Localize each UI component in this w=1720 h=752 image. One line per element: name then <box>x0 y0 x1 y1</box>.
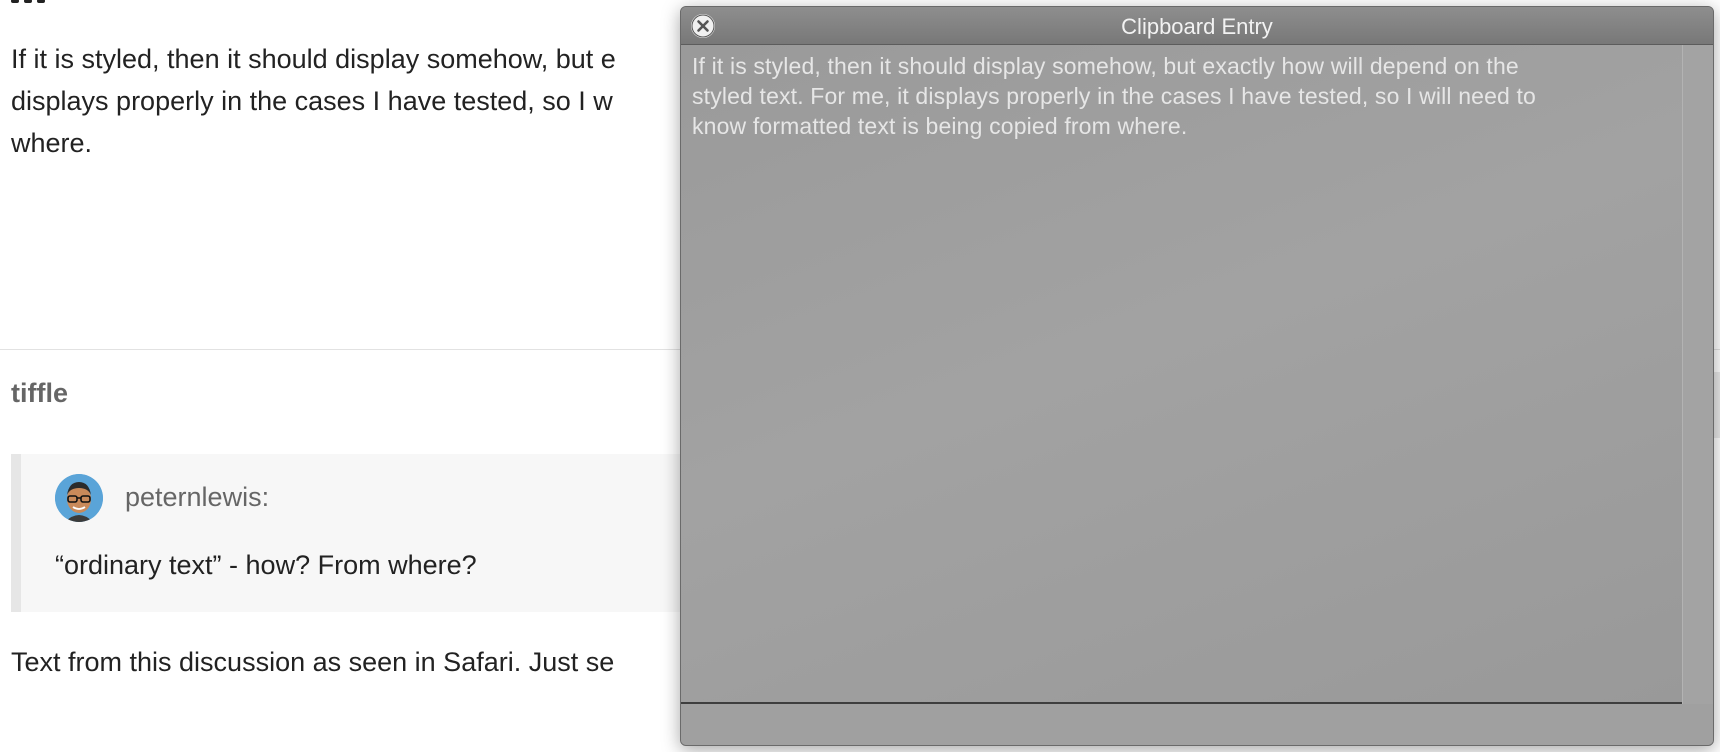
quote-author[interactable]: peternlewis: <box>125 482 269 513</box>
clipboard-entry-window: Clipboard Entry If it is styled, then it… <box>680 6 1714 746</box>
post-paragraph: If it is styled, then it should display … <box>11 44 616 158</box>
vertical-scrollbar[interactable] <box>1682 45 1713 704</box>
avatar[interactable] <box>55 474 103 522</box>
quote-text: “ordinary text” - how? From where? <box>55 550 477 580</box>
window-title: Clipboard Entry <box>1121 14 1273 39</box>
close-button[interactable] <box>691 14 715 38</box>
clipboard-content-text: If it is styled, then it should display … <box>692 53 1536 139</box>
clipboard-content-area[interactable]: If it is styled, then it should display … <box>681 45 1682 704</box>
close-icon <box>691 14 715 38</box>
quote-block: peternlewis: “ordinary text” - how? From… <box>11 454 751 612</box>
page: If it is styled, then it should display … <box>0 0 1720 752</box>
window-footer <box>681 704 1713 745</box>
window-titlebar[interactable]: Clipboard Entry <box>681 7 1713 45</box>
clipped-text-fragment <box>11 0 71 4</box>
post-paragraph-2: Text from this discussion as seen in Saf… <box>11 647 615 677</box>
post-username[interactable]: tiffle <box>11 378 68 409</box>
